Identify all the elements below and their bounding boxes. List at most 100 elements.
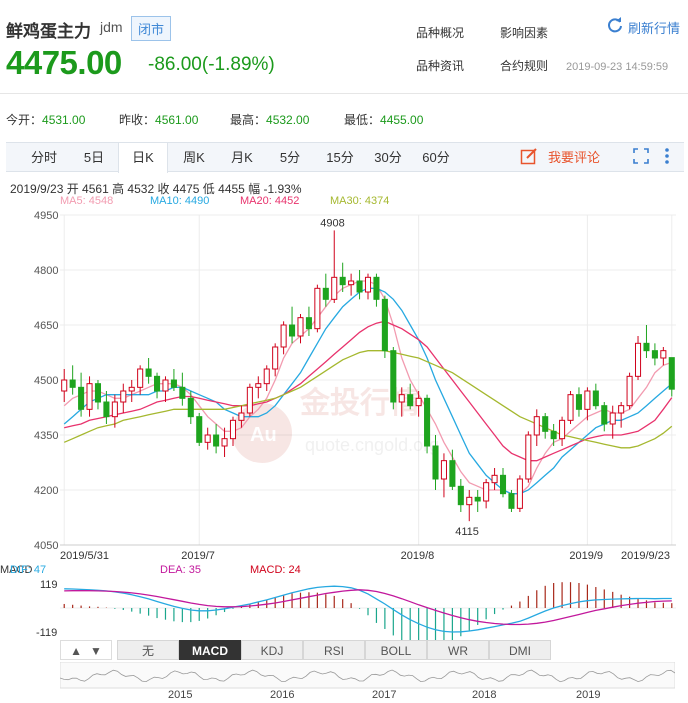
indicator-tab-boll[interactable]: BOLL: [365, 640, 427, 660]
candle-body: [601, 405, 608, 425]
candle-body: [272, 346, 279, 370]
more-menu-icon[interactable]: [662, 146, 672, 166]
arrow-buttons: ▲ ▼: [60, 640, 112, 660]
link-rules[interactable]: 合约规则: [500, 57, 548, 74]
high-price: 最高：4532.00: [230, 113, 310, 127]
low-price: 最低：4455.00: [344, 113, 424, 127]
candle-body: [474, 496, 481, 502]
candle-body: [128, 386, 135, 392]
candle-body: [255, 383, 262, 388]
indicator-tab-macd[interactable]: MACD: [179, 640, 241, 660]
fullscreen-icon[interactable]: [632, 147, 650, 165]
tab-timeshare[interactable]: 分时: [22, 143, 66, 172]
x-tick-label: 2019/7: [181, 550, 215, 562]
tab-5min[interactable]: 5分: [268, 143, 312, 172]
candle-body: [103, 401, 110, 418]
comment-button[interactable]: 我要评论: [548, 147, 600, 166]
candle-body: [229, 419, 237, 440]
candle-body: [289, 324, 296, 337]
candle-body: [111, 401, 118, 418]
low-annotation: 4115: [455, 526, 479, 538]
prev-close: 昨收：4561.00: [119, 113, 199, 127]
candle-body: [120, 390, 127, 403]
candle-body: [61, 379, 68, 392]
candle-body: [381, 298, 388, 352]
macd-legend-label: DIF: 47: [10, 564, 46, 576]
tab-5day[interactable]: 5日: [72, 143, 116, 172]
macd-y-tick: -119: [36, 627, 57, 639]
candle-body: [483, 482, 490, 502]
arrow-down-icon[interactable]: ▼: [90, 644, 102, 658]
y-tick-label: 4050: [34, 540, 58, 552]
tab-weekly-k[interactable]: 周K: [172, 143, 216, 172]
candle-body: [466, 496, 473, 506]
indicator-tab-none[interactable]: 无: [117, 640, 179, 660]
indicator-tab-rsi[interactable]: RSI: [303, 640, 365, 660]
link-overview[interactable]: 品种概况: [416, 24, 464, 41]
indicator-tab-wr[interactable]: WR: [427, 640, 489, 660]
candle-body: [348, 280, 355, 286]
candle-body: [78, 386, 85, 410]
candle-body: [322, 287, 329, 300]
candle-body: [584, 390, 591, 410]
x-tick-label: 2019/9: [569, 550, 603, 562]
candle-body: [94, 383, 102, 403]
tab-30min[interactable]: 30分: [366, 143, 410, 172]
candle-body: [449, 460, 456, 487]
link-factors[interactable]: 影响因素: [500, 24, 548, 41]
candle-body: [567, 394, 574, 421]
watermark-logo-text: Au: [250, 424, 277, 446]
candle-body: [508, 493, 515, 509]
candle-body: [432, 445, 439, 480]
indicator-tab-kdj[interactable]: KDJ: [241, 640, 303, 660]
open-price: 今开：4531.00: [6, 113, 86, 127]
dea-line: [64, 589, 672, 626]
link-news[interactable]: 品种资讯: [416, 57, 464, 74]
candle-body: [373, 276, 380, 300]
kline-chart[interactable]: 4950 4800 4650 4500 4350 4200 40502019/5/31 201…: [0, 205, 688, 570]
contract-code: jdm: [100, 19, 123, 35]
candle-body: [533, 416, 540, 436]
candle-body: [356, 280, 363, 293]
arrow-up-icon[interactable]: ▲: [70, 644, 82, 658]
candle-body: [499, 474, 507, 495]
candle-body: [525, 434, 532, 480]
watermark-url: quote.cngold.org: [305, 435, 439, 455]
candle-body: [668, 357, 675, 390]
timeline-year-label: 2018: [472, 689, 496, 700]
candle-body: [238, 412, 245, 421]
indicator-tab-dmi[interactable]: DMI: [489, 640, 551, 660]
candle-body: [246, 386, 253, 414]
candle-body: [457, 485, 464, 506]
candle-body: [170, 379, 177, 388]
tab-15min[interactable]: 15分: [318, 143, 362, 172]
candle-body: [424, 397, 431, 447]
candle-body: [364, 276, 372, 293]
candle-body: [626, 375, 633, 407]
quote-time: 2019-09-23 14:59:59: [566, 61, 669, 73]
x-tick-label: 2019/8: [401, 550, 435, 562]
macd-chart[interactable]: MACDDIF: 47 DEA: 35 MACD: 24119-119: [0, 562, 688, 640]
divider: [0, 93, 688, 94]
candle-body: [154, 375, 161, 392]
tab-60min[interactable]: 60分: [414, 143, 458, 172]
refresh-button[interactable]: 刷新行情: [628, 18, 680, 37]
timeline-frame: [60, 662, 675, 689]
timeline-navigator[interactable]: 2015 2016 2017 2018 2019: [60, 662, 675, 700]
refresh-icon[interactable]: [606, 16, 626, 36]
tab-monthly-k[interactable]: 月K: [220, 143, 264, 172]
contract-name: 鲜鸡蛋主力: [6, 22, 91, 41]
timeline-year-label: 2016: [270, 689, 294, 700]
candle-body: [145, 368, 152, 377]
tab-daily-k[interactable]: 日K: [118, 143, 168, 173]
high-annotation: 4908: [320, 217, 344, 229]
candle-body: [314, 287, 321, 330]
candle-body: [643, 342, 650, 352]
candle-body: [305, 317, 312, 330]
x-tick-label: 2019/5/31: [60, 550, 109, 562]
candle-body: [69, 379, 76, 388]
candle-body: [339, 276, 346, 286]
timeline-year-label: 2019: [576, 689, 600, 700]
edit-icon[interactable]: [520, 147, 540, 167]
candle-body: [559, 419, 566, 440]
